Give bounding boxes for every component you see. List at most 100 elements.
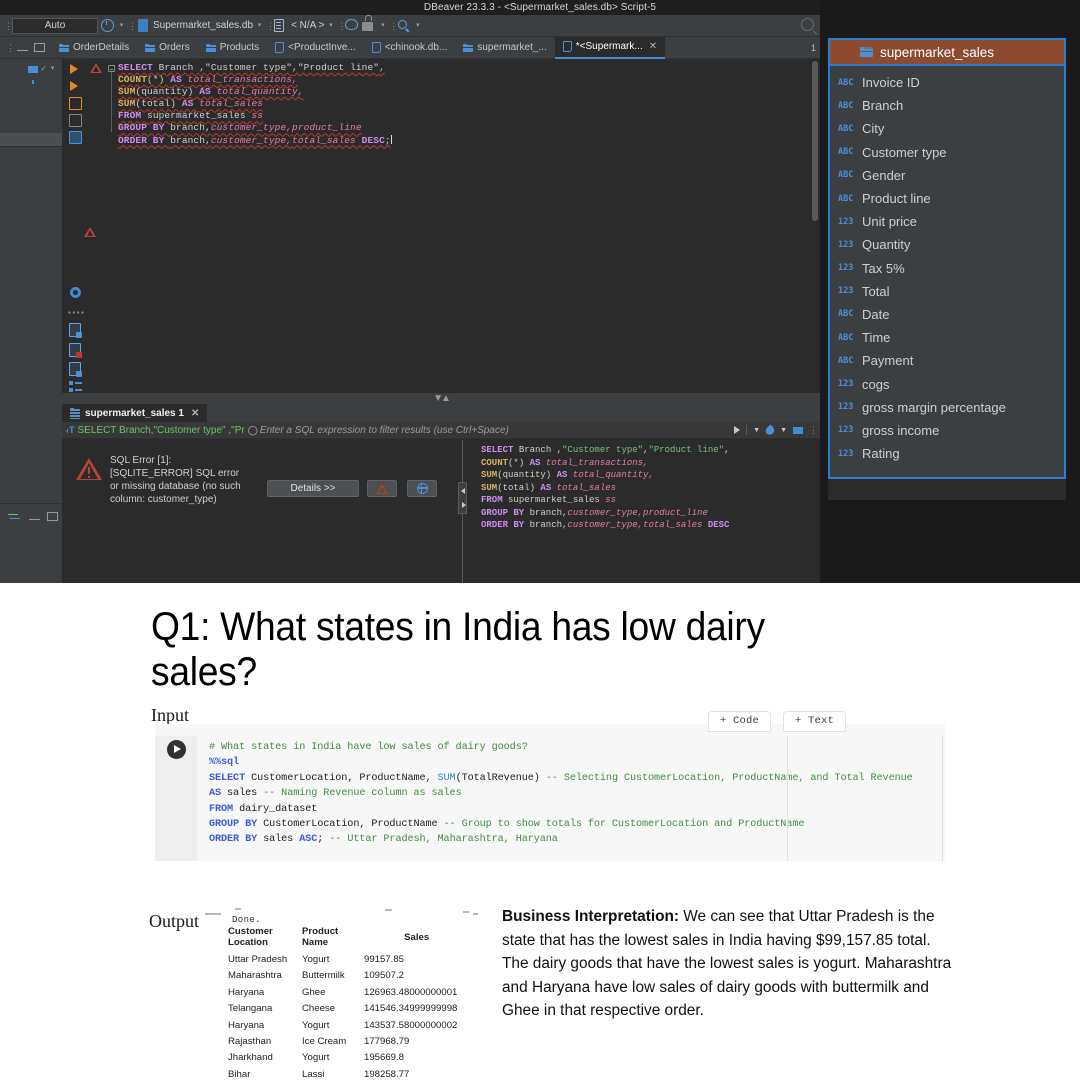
filter-active-query[interactable]: SELECT Branch,"Customer type" ,"Pr [78, 425, 245, 436]
error-panel-splitter-handle[interactable] [458, 482, 467, 514]
filter-chevron-down-icon[interactable] [49, 62, 56, 76]
notebook-cell-body: # What states in India have low sales of… [155, 736, 945, 861]
metadata-column-row[interactable]: 123 gross income [838, 419, 1064, 442]
collapse-icon[interactable] [29, 514, 40, 520]
connection-chevron-down-icon[interactable] [256, 19, 263, 33]
filter-settings-icon[interactable] [793, 426, 803, 434]
editor-results-splitter[interactable]: ▼▲ [62, 393, 820, 404]
filter-input[interactable]: Enter a SQL expression to filter results… [260, 425, 509, 436]
lock-chevron-down-icon[interactable] [379, 19, 386, 33]
code-line: FROM supermarket_sales ss [481, 495, 617, 505]
metadata-column-row[interactable]: 123 Quantity [838, 233, 1064, 256]
metadata-column-row[interactable]: 123 Tax 5% [838, 257, 1064, 280]
metadata-column-row[interactable]: ABC Branch [838, 94, 1064, 117]
filter-icon[interactable] [28, 65, 39, 84]
metadata-column-row[interactable]: 123 cogs [838, 372, 1064, 395]
navigator-selected-row[interactable] [0, 133, 62, 146]
results-tab-supermarket[interactable]: supermarket_sales 1 ✕ [62, 404, 208, 422]
tab-productinventory[interactable]: <ProductInve... [267, 37, 364, 59]
auto-commit-button[interactable]: Auto [12, 17, 98, 34]
sql-code-block[interactable]: SELECT Branch ,"Customer type","Product … [118, 62, 818, 147]
close-icon[interactable]: ✕ [649, 41, 657, 52]
toolbar-grip-5[interactable] [389, 19, 394, 33]
error-file-icon[interactable] [69, 343, 85, 359]
metadata-column-row[interactable]: ABC Product line [838, 187, 1064, 210]
toolbar-grip[interactable] [4, 19, 9, 33]
schema-chevron-down-icon[interactable] [327, 19, 334, 33]
tab-orders[interactable]: Orders [137, 37, 198, 59]
code-line: %%sql [209, 757, 240, 769]
schema-label[interactable]: < N/A > [291, 19, 324, 33]
clock-icon[interactable] [101, 18, 115, 33]
connection-label[interactable]: Supermarket_sales.db [153, 19, 253, 33]
clear-chevron-down-icon[interactable]: ▼ [780, 427, 787, 434]
table-cell: Yogurt [302, 1052, 330, 1064]
show-warnings-button[interactable] [367, 480, 397, 497]
results-filter-bar[interactable]: ‹T SELECT Branch,"Customer type" ,"Pr ◯ … [62, 422, 820, 439]
maximize-icon[interactable] [34, 43, 45, 52]
cloud-icon[interactable] [345, 18, 359, 33]
tab-chinook[interactable]: <chinook.db... [364, 37, 456, 59]
metadata-column-row[interactable]: 123 gross margin percentage [838, 396, 1064, 419]
sync-arrows-icon[interactable] [8, 512, 22, 522]
filter-overflow-icon[interactable] [809, 423, 814, 437]
metadata-column-row[interactable]: ABC Date [838, 303, 1064, 326]
toolbar-grip-4[interactable] [337, 19, 342, 33]
tab-supermarket-grid[interactable]: supermarket_... [455, 37, 554, 59]
search-chevron-down-icon[interactable] [414, 19, 421, 33]
table-row: Maharashtra Buttermilk 109507.2 [228, 970, 457, 986]
report-file-icon[interactable] [69, 362, 85, 378]
tabstrip-grip[interactable] [6, 41, 11, 55]
execute-statement-icon[interactable] [70, 64, 86, 80]
metadata-column-row[interactable]: ABC Time [838, 326, 1064, 349]
history-chevron-down-icon[interactable]: ▼ [753, 427, 760, 434]
details-button[interactable]: Details >> [267, 480, 359, 497]
sql-editor[interactable]: ▪▪▪▪ SELECT Branch ,"Customer type","Pro… [62, 59, 820, 393]
execute-new-tab-icon[interactable] [69, 97, 85, 113]
add-code-button[interactable]: + Code [708, 712, 770, 731]
tabstrip-overflow-count[interactable]: 1 [811, 43, 820, 53]
metadata-column-row[interactable]: 123 Total [838, 280, 1064, 303]
tab-products[interactable]: Products [198, 37, 267, 59]
number-type-icon: 123 [838, 402, 854, 413]
execute-log-icon[interactable] [69, 114, 85, 130]
metadata-column-row[interactable]: ABC City [838, 117, 1064, 140]
search-icon[interactable] [397, 19, 411, 33]
clear-filter-icon[interactable] [764, 423, 777, 437]
restore-icon[interactable] [47, 512, 58, 521]
metadata-column-row[interactable]: ABC Payment [838, 349, 1064, 372]
toolbar-grip-3[interactable] [266, 19, 271, 33]
metadata-column-row[interactable]: ABC Gender [838, 164, 1064, 187]
minimize-icon[interactable] [17, 45, 28, 51]
warning-icon[interactable] [90, 63, 106, 79]
toolbar-grip-2[interactable] [128, 19, 133, 33]
metadata-column-row[interactable]: 123 Rating [838, 442, 1064, 465]
editor-scrollbar[interactable] [812, 61, 818, 221]
sql-file-icon [275, 42, 285, 53]
metadata-column-row[interactable]: ABC Invoice ID [838, 71, 1064, 94]
notebook-code-column[interactable]: # What states in India have low sales of… [197, 736, 945, 861]
notebook-code-block[interactable]: # What states in India have low sales of… [209, 740, 945, 848]
expand-icon[interactable]: ◯ [248, 425, 258, 436]
gear-icon[interactable] [70, 287, 86, 303]
output-table: Customer Location Product Name Sales Uttar … [228, 926, 457, 1085]
problem-warning-icon[interactable] [84, 227, 100, 243]
tab-orderdetails[interactable]: OrderDetails [51, 37, 137, 59]
lock-icon[interactable] [362, 19, 376, 33]
table-cell: 141546.34999999998 [364, 1003, 458, 1015]
run-cell-button[interactable] [166, 740, 186, 759]
input-label: Input [151, 705, 189, 725]
close-icon[interactable]: ✕ [191, 408, 199, 419]
debug-button[interactable] [407, 480, 437, 497]
execute-script-icon[interactable] [70, 81, 86, 97]
code-fold-icon[interactable] [108, 65, 115, 72]
add-text-button[interactable]: + Text [783, 712, 845, 731]
global-search-icon[interactable] [801, 18, 814, 31]
apply-filter-icon[interactable] [734, 426, 741, 434]
metadata-column-row[interactable]: ABC Customer type [838, 141, 1064, 164]
chevron-down-icon[interactable] [118, 19, 125, 33]
tab-supermarket-script[interactable]: *<Supermark... ✕ [554, 36, 666, 59]
export-file-icon[interactable] [69, 323, 85, 339]
console-icon[interactable] [69, 131, 85, 147]
metadata-column-row[interactable]: 123 Unit price [838, 210, 1064, 233]
